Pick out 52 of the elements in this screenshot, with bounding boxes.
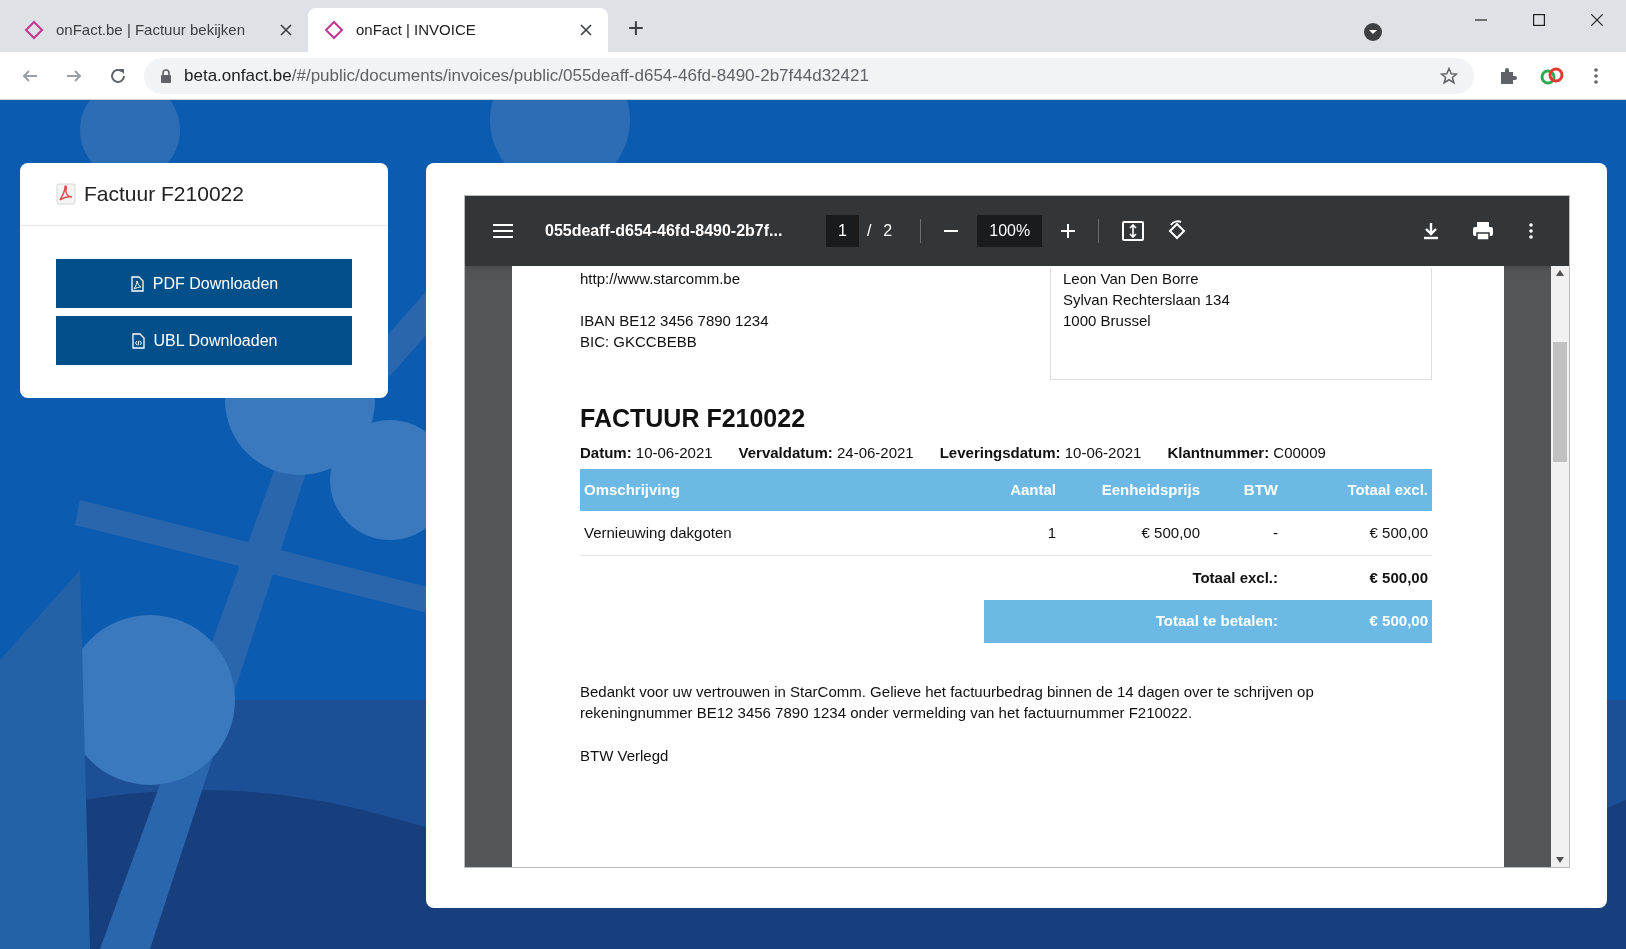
table-cell-text: Vernieuwing dakgoten (584, 522, 733, 543)
scroll-down-icon[interactable] (1556, 857, 1564, 863)
card-title: Factuur F210022 (84, 181, 244, 208)
payment-note: Bedankt voor uw vertrouwen in StarComm. Gelieve het factuurbedrag binnen de 14 dagen over te schrijven op rekeningnummer BE12 3456 7890 1234 onder vermelding van het factuurnummer F210022. (580, 682, 1315, 723)
pdf-file-icon (56, 183, 76, 205)
browser-tab[interactable]: onFact.be | Factuur bekijken (8, 8, 308, 52)
diamond-icon (24, 20, 44, 40)
address-bar[interactable]: beta.onfact.be/#/public/documents/invoices/public/055deaff-d654-46fd-8490-2b7f44d32421 (144, 57, 1474, 94)
new-tab-button[interactable]: + (620, 12, 652, 44)
star-icon (1440, 66, 1458, 85)
close-icon[interactable] (580, 24, 592, 36)
total-label: Totaal te betalen: (1154, 611, 1278, 632)
lock-icon (160, 68, 172, 83)
close-icon[interactable] (280, 24, 292, 36)
zoom-field[interactable]: 100% (977, 215, 1043, 247)
page-separator: / (866, 221, 872, 241)
invoice-meta: Vervaldatum: 24-06-2021 (738, 442, 914, 463)
download-button[interactable]: UBL Downloaden (56, 316, 352, 365)
scroll-up-icon[interactable] (1556, 270, 1564, 276)
table-cell-text: € 500,00 (1140, 522, 1200, 543)
column-header: Eenheidsprijs (1100, 479, 1200, 500)
vat-note: BTW Verlegd (580, 746, 670, 766)
total-label: Totaal excl.: (1191, 568, 1278, 589)
page-number-field[interactable]: 1 (826, 215, 859, 247)
address-line: http://www.starcomm.be (580, 269, 742, 289)
scrollbar-thumb[interactable] (1553, 341, 1567, 462)
browser-tab[interactable]: onFact | INVOICE (308, 8, 608, 52)
invoice-meta: Klantnummer: C00009 (1167, 442, 1326, 463)
total-value: € 500,00 (1368, 568, 1428, 589)
column-header: Totaal excl. (1346, 479, 1428, 500)
address-line: Sylvan Rechterslaan 134 (1063, 290, 1231, 310)
page-count: 2 (883, 221, 893, 241)
table-cell-text: 1 (1046, 522, 1056, 543)
diamond-icon (324, 20, 344, 40)
invoice-meta: Leveringsdatum: 10-06-2021 (939, 442, 1142, 463)
document-title: 055deaff-d654-46fd-8490-2b7f... (545, 221, 784, 241)
invoice-meta: Datum: 10-06-2021 (580, 442, 713, 463)
address-line: 1000 Brussel (1063, 311, 1152, 331)
address-line: Leon Van Den Borre (1063, 269, 1200, 289)
address-line: BIC: GKCCBEBB (580, 332, 698, 352)
pdf-file-icon (129, 275, 145, 292)
download-button[interactable]: PDF Downloaden (56, 259, 352, 308)
column-header: BTW (1242, 479, 1278, 500)
total-value: € 500,00 (1368, 611, 1428, 632)
column-header: Omschrijving (584, 479, 681, 500)
address-line: IBAN BE12 3456 7890 1234 (580, 311, 769, 331)
table-cell-text: € 500,00 (1368, 522, 1428, 543)
dropdown-icon[interactable] (1364, 23, 1382, 41)
invoice-title: FACTUUR F210022 (580, 403, 807, 434)
column-header: Aantal (1009, 479, 1056, 500)
table-cell-text: - (1272, 522, 1278, 543)
code-file-icon (130, 332, 146, 349)
